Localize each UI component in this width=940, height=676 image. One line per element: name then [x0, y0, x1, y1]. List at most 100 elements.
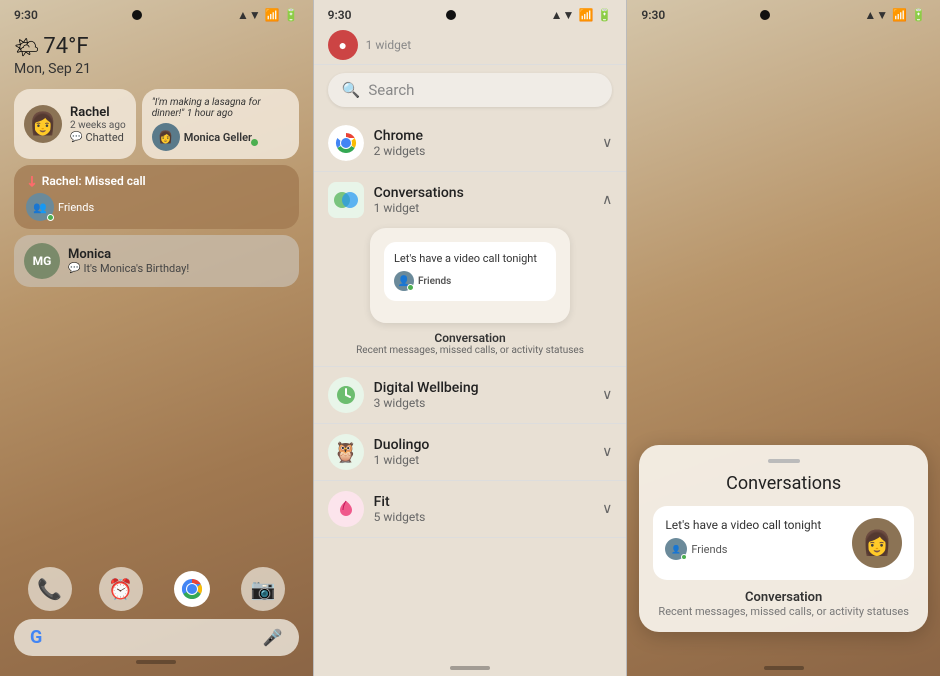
friends-avatar-preview: 👤	[394, 271, 414, 291]
widget-preview-friends: 👤 Friends	[394, 271, 546, 291]
duolingo-chevron: ∨	[602, 444, 612, 460]
conversations-section: Conversations 1 widget ∧ Let's have a vi…	[314, 172, 627, 367]
rachel-notif-card[interactable]: 👩 Rachel 2 weeks ago 💬 Chatted	[14, 89, 136, 159]
conv-contact-avatar: 👩	[852, 518, 902, 568]
conversations-section-header[interactable]: Conversations 1 widget ∧	[314, 172, 627, 228]
fit-count: 5 widgets	[374, 510, 592, 524]
signal-icon: 📶	[265, 8, 280, 22]
conversations-app-icon	[328, 182, 364, 218]
dock-chrome-icon[interactable]	[170, 567, 214, 611]
monica-post-card[interactable]: "I'm making a lasagna for dinner!" 1 hou…	[142, 89, 299, 159]
conversations-chevron: ∧	[602, 192, 612, 208]
camera-dot-3	[760, 10, 770, 20]
widget-search-bar[interactable]: 🔍 Search	[328, 73, 613, 107]
camera-dot-2	[446, 10, 456, 20]
battery-icon-3: 🔋	[911, 8, 926, 22]
mic-icon[interactable]: 🎤	[263, 628, 283, 647]
battery-icon-2: 🔋	[597, 8, 612, 22]
panel-handle	[768, 459, 800, 463]
missed-call-card[interactable]: ↗ Rachel: Missed call 👥 Friends	[14, 165, 299, 229]
widget-desc: Conversation Recent messages, missed cal…	[328, 331, 613, 356]
fit-icon	[328, 491, 364, 527]
duolingo-name: Duolingo	[374, 437, 592, 453]
fit-section: Fit 5 widgets ∨	[314, 481, 627, 538]
duolingo-header[interactable]: 🦉 Duolingo 1 widget ∨	[314, 424, 627, 480]
signal-icon-2: 📶	[578, 8, 593, 22]
dock-area: 📞 ⏰ 📷 G	[0, 567, 313, 676]
dock-phone-icon[interactable]: 📞	[28, 567, 72, 611]
dock-clock-icon[interactable]: ⏰	[99, 567, 143, 611]
widget-bubble-text: Let's have a video call tonight	[394, 252, 546, 265]
conv-desc-sub: Recent messages, missed calls, or activi…	[653, 605, 914, 618]
phone1: 9:30 ▲▼ 📶 🔋 🌤 74°F Mon, Sep 21	[0, 0, 313, 676]
dock-camera-icon[interactable]: 📷	[241, 567, 285, 611]
dw-chevron: ∨	[602, 387, 612, 403]
mg-avatar: MG	[24, 243, 60, 279]
fit-chevron: ∨	[602, 501, 612, 517]
status-bar-3: 9:30 ▲▼ 📶 🔋	[627, 0, 940, 26]
conversations-section-count: 1 widget	[374, 201, 592, 215]
chrome-section-header[interactable]: Chrome 2 widgets ∨	[314, 115, 627, 171]
chrome-chevron: ∨	[602, 135, 612, 151]
wifi-icon: ▲▼	[237, 8, 261, 22]
conversations-section-name: Conversations	[374, 185, 592, 201]
weather-icon: 🌤	[14, 35, 39, 59]
duolingo-count: 1 widget	[374, 453, 592, 467]
phone2: 9:30 ▲▼ 📶 🔋 ● 1 widget 🔍 Search	[313, 0, 628, 676]
chrome-app-icon	[328, 125, 364, 161]
signal-icon-3: 📶	[892, 8, 907, 22]
time-2: 9:30	[328, 8, 352, 22]
duolingo-section: 🦉 Duolingo 1 widget ∨	[314, 424, 627, 481]
widget-preview-bubble: Let's have a video call tonight 👤 Friend…	[384, 242, 556, 301]
duolingo-icon: 🦉	[328, 434, 364, 470]
partial-top-row: ● 1 widget	[314, 26, 627, 65]
chrome-section-count: 2 widgets	[374, 144, 592, 158]
partial-app-icon: ●	[328, 30, 358, 60]
chrome-section-name: Chrome	[374, 128, 592, 144]
search-bar-dock[interactable]: G 🎤	[14, 619, 299, 656]
digital-wellbeing-icon	[328, 377, 364, 413]
missed-call-sub: 👥 Friends	[26, 193, 287, 221]
conv-friends-label: Friends	[691, 543, 727, 556]
digital-wellbeing-header[interactable]: Digital Wellbeing 3 widgets ∨	[314, 367, 627, 423]
wifi-icon-2: ▲▼	[551, 8, 575, 22]
monica-small-avatar: 👩	[152, 123, 180, 151]
notifications-area: 👩 Rachel 2 weeks ago 💬 Chatted "I'm maki…	[0, 81, 313, 295]
widget-preview-card[interactable]: Let's have a video call tonight 👤 Friend…	[370, 228, 570, 323]
google-g-logo: G	[30, 627, 42, 648]
conversations-expanded: Let's have a video call tonight 👤 Friend…	[314, 228, 627, 366]
home-indicator-1	[136, 660, 176, 664]
rachel-avatar: 👩	[24, 105, 62, 143]
monica-post-text: "I'm making a lasagna for dinner!" 1 hou…	[152, 97, 289, 119]
status-bar-2: 9:30 ▲▼ 📶 🔋	[314, 0, 627, 26]
rachel-name: Rachel	[70, 105, 126, 120]
home-indicator-2	[450, 666, 490, 670]
rachel-time: 2 weeks ago	[70, 120, 126, 131]
battery-icon: 🔋	[284, 8, 299, 22]
time-3: 9:30	[641, 8, 665, 22]
fit-header[interactable]: Fit 5 widgets ∨	[314, 481, 627, 537]
dw-name: Digital Wellbeing	[374, 380, 592, 396]
time-1: 9:30	[14, 8, 38, 22]
conv-widget-preview[interactable]: Let's have a video call tonight 👤 Friend…	[653, 506, 914, 580]
rachel-action: 💬 Chatted	[70, 131, 126, 144]
dw-count: 3 widgets	[374, 396, 592, 410]
weather-date: Mon, Sep 21	[14, 61, 299, 77]
widget-friends-label: Friends	[418, 276, 451, 287]
monica-bubble-card[interactable]: MG Monica 💬 It's Monica's Birthday!	[14, 235, 299, 287]
weather-temp: 74°F	[43, 34, 88, 59]
partial-top-label: 1 widget	[366, 38, 411, 52]
conv-desc: Conversation Recent messages, missed cal…	[653, 590, 914, 618]
widget-desc-text: Recent messages, missed calls, or activi…	[328, 345, 613, 356]
monica-geller-name: Monica Geller	[184, 131, 252, 144]
friends-avatar: 👥	[26, 193, 54, 221]
fit-name: Fit	[374, 494, 592, 510]
notif-row-1: 👩 Rachel 2 weeks ago 💬 Chatted "I'm maki…	[14, 89, 299, 159]
conv-friends-row: 👤 Friends	[665, 538, 842, 560]
camera-dot-1	[132, 10, 142, 20]
digital-wellbeing-section: Digital Wellbeing 3 widgets ∨	[314, 367, 627, 424]
wifi-icon-3: ▲▼	[864, 8, 888, 22]
panel-title: Conversations	[653, 473, 914, 494]
conv-friends-avatar: 👤	[665, 538, 687, 560]
chrome-section: Chrome 2 widgets ∨	[314, 115, 627, 172]
